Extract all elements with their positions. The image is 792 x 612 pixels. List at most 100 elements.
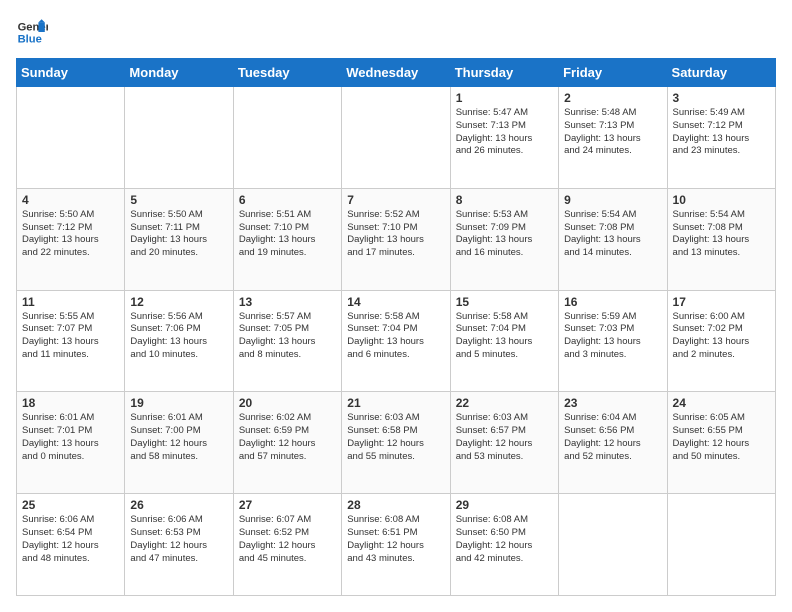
- week-row-1: 1 Sunrise: 5:47 AM Sunset: 7:13 PM Daylig…: [17, 87, 776, 189]
- day-number: 16: [564, 295, 661, 309]
- day-number: 21: [347, 396, 444, 410]
- day-info: Sunrise: 5:51 AM Sunset: 7:10 PM Dayligh…: [239, 209, 336, 260]
- day-info: Sunrise: 6:04 AM Sunset: 6:56 PM Dayligh…: [564, 412, 661, 463]
- calendar-cell: 3 Sunrise: 5:49 AM Sunset: 7:12 PM Daylig…: [667, 87, 775, 189]
- calendar-cell: 16 Sunrise: 5:59 AM Sunset: 7:03 PM Dayli…: [559, 290, 667, 392]
- week-row-2: 4 Sunrise: 5:50 AM Sunset: 7:12 PM Daylig…: [17, 188, 776, 290]
- day-number: 22: [456, 396, 553, 410]
- day-info: Sunrise: 5:50 AM Sunset: 7:12 PM Dayligh…: [22, 209, 119, 260]
- calendar-cell: 27 Sunrise: 6:07 AM Sunset: 6:52 PM Dayli…: [233, 494, 341, 596]
- calendar-table: SundayMondayTuesdayWednesdayThursdayFrid…: [16, 58, 776, 596]
- day-number: 9: [564, 193, 661, 207]
- calendar-cell: 4 Sunrise: 5:50 AM Sunset: 7:12 PM Daylig…: [17, 188, 125, 290]
- calendar-cell: 15 Sunrise: 5:58 AM Sunset: 7:04 PM Dayli…: [450, 290, 558, 392]
- day-number: 23: [564, 396, 661, 410]
- day-number: 20: [239, 396, 336, 410]
- header: General Blue: [16, 16, 776, 48]
- day-info: Sunrise: 5:57 AM Sunset: 7:05 PM Dayligh…: [239, 311, 336, 362]
- calendar-cell: 23 Sunrise: 6:04 AM Sunset: 6:56 PM Dayli…: [559, 392, 667, 494]
- day-info: Sunrise: 6:03 AM Sunset: 6:57 PM Dayligh…: [456, 412, 553, 463]
- day-info: Sunrise: 6:08 AM Sunset: 6:51 PM Dayligh…: [347, 514, 444, 565]
- calendar-cell: 11 Sunrise: 5:55 AM Sunset: 7:07 PM Dayli…: [17, 290, 125, 392]
- day-info: Sunrise: 5:48 AM Sunset: 7:13 PM Dayligh…: [564, 107, 661, 158]
- day-info: Sunrise: 6:01 AM Sunset: 7:01 PM Dayligh…: [22, 412, 119, 463]
- calendar-cell: 6 Sunrise: 5:51 AM Sunset: 7:10 PM Daylig…: [233, 188, 341, 290]
- col-header-wednesday: Wednesday: [342, 59, 450, 87]
- day-number: 11: [22, 295, 119, 309]
- day-info: Sunrise: 5:56 AM Sunset: 7:06 PM Dayligh…: [130, 311, 227, 362]
- calendar-cell: 17 Sunrise: 6:00 AM Sunset: 7:02 PM Dayli…: [667, 290, 775, 392]
- day-number: 8: [456, 193, 553, 207]
- logo: General Blue: [16, 16, 52, 48]
- day-number: 13: [239, 295, 336, 309]
- day-number: 5: [130, 193, 227, 207]
- day-number: 15: [456, 295, 553, 309]
- day-number: 4: [22, 193, 119, 207]
- day-info: Sunrise: 5:49 AM Sunset: 7:12 PM Dayligh…: [673, 107, 770, 158]
- col-header-tuesday: Tuesday: [233, 59, 341, 87]
- day-number: 29: [456, 498, 553, 512]
- calendar-cell: 28 Sunrise: 6:08 AM Sunset: 6:51 PM Dayli…: [342, 494, 450, 596]
- page: General Blue SundayMondayTuesdayWednesda…: [0, 0, 792, 612]
- calendar-cell: [667, 494, 775, 596]
- calendar-cell: 21 Sunrise: 6:03 AM Sunset: 6:58 PM Dayli…: [342, 392, 450, 494]
- day-number: 6: [239, 193, 336, 207]
- day-info: Sunrise: 6:03 AM Sunset: 6:58 PM Dayligh…: [347, 412, 444, 463]
- day-info: Sunrise: 6:05 AM Sunset: 6:55 PM Dayligh…: [673, 412, 770, 463]
- day-number: 28: [347, 498, 444, 512]
- col-header-friday: Friday: [559, 59, 667, 87]
- calendar-cell: 25Sunrise: 6:06 AM Sunset: 6:54 PM Dayli…: [17, 494, 125, 596]
- calendar-cell: 13 Sunrise: 5:57 AM Sunset: 7:05 PM Dayli…: [233, 290, 341, 392]
- week-row-5: 25Sunrise: 6:06 AM Sunset: 6:54 PM Dayli…: [17, 494, 776, 596]
- day-number: 1: [456, 91, 553, 105]
- day-info: Sunrise: 6:07 AM Sunset: 6:52 PM Dayligh…: [239, 514, 336, 565]
- calendar-cell: 18 Sunrise: 6:01 AM Sunset: 7:01 PM Dayli…: [17, 392, 125, 494]
- day-info: Sunrise: 6:00 AM Sunset: 7:02 PM Dayligh…: [673, 311, 770, 362]
- calendar-cell: 26 Sunrise: 6:06 AM Sunset: 6:53 PM Dayli…: [125, 494, 233, 596]
- day-info: Sunrise: 6:02 AM Sunset: 6:59 PM Dayligh…: [239, 412, 336, 463]
- day-info: Sunrise: 5:54 AM Sunset: 7:08 PM Dayligh…: [564, 209, 661, 260]
- day-number: 27: [239, 498, 336, 512]
- col-header-thursday: Thursday: [450, 59, 558, 87]
- day-info: Sunrise: 5:58 AM Sunset: 7:04 PM Dayligh…: [456, 311, 553, 362]
- day-info: Sunrise: 5:52 AM Sunset: 7:10 PM Dayligh…: [347, 209, 444, 260]
- day-number: 12: [130, 295, 227, 309]
- calendar-cell: [342, 87, 450, 189]
- day-number: 7: [347, 193, 444, 207]
- calendar-cell: 9 Sunrise: 5:54 AM Sunset: 7:08 PM Daylig…: [559, 188, 667, 290]
- day-info: Sunrise: 5:47 AM Sunset: 7:13 PM Dayligh…: [456, 107, 553, 158]
- calendar-header-row: SundayMondayTuesdayWednesdayThursdayFrid…: [17, 59, 776, 87]
- day-info: Sunrise: 6:08 AM Sunset: 6:50 PM Dayligh…: [456, 514, 553, 565]
- week-row-4: 18 Sunrise: 6:01 AM Sunset: 7:01 PM Dayli…: [17, 392, 776, 494]
- day-number: 17: [673, 295, 770, 309]
- col-header-monday: Monday: [125, 59, 233, 87]
- day-number: 14: [347, 295, 444, 309]
- day-info: Sunrise: 5:50 AM Sunset: 7:11 PM Dayligh…: [130, 209, 227, 260]
- day-info: Sunrise: 5:55 AM Sunset: 7:07 PM Dayligh…: [22, 311, 119, 362]
- calendar-cell: 7 Sunrise: 5:52 AM Sunset: 7:10 PM Daylig…: [342, 188, 450, 290]
- day-info: Sunrise: 6:01 AM Sunset: 7:00 PM Dayligh…: [130, 412, 227, 463]
- day-info: Sunrise: 5:59 AM Sunset: 7:03 PM Dayligh…: [564, 311, 661, 362]
- calendar-cell: 2Sunrise: 5:48 AM Sunset: 7:13 PM Daylig…: [559, 87, 667, 189]
- calendar-cell: 12 Sunrise: 5:56 AM Sunset: 7:06 PM Dayli…: [125, 290, 233, 392]
- day-number: 10: [673, 193, 770, 207]
- day-info: Sunrise: 6:06 AM Sunset: 6:54 PM Dayligh…: [22, 514, 119, 565]
- day-info: Sunrise: 5:58 AM Sunset: 7:04 PM Dayligh…: [347, 311, 444, 362]
- day-number: 26: [130, 498, 227, 512]
- calendar-cell: 1 Sunrise: 5:47 AM Sunset: 7:13 PM Daylig…: [450, 87, 558, 189]
- week-row-3: 11 Sunrise: 5:55 AM Sunset: 7:07 PM Dayli…: [17, 290, 776, 392]
- day-number: 3: [673, 91, 770, 105]
- calendar-cell: [233, 87, 341, 189]
- calendar-cell: 20 Sunrise: 6:02 AM Sunset: 6:59 PM Dayli…: [233, 392, 341, 494]
- svg-text:Blue: Blue: [18, 33, 42, 45]
- day-info: Sunrise: 5:53 AM Sunset: 7:09 PM Dayligh…: [456, 209, 553, 260]
- calendar-cell: [559, 494, 667, 596]
- calendar-cell: 10Sunrise: 5:54 AM Sunset: 7:08 PM Dayli…: [667, 188, 775, 290]
- calendar-cell: 29 Sunrise: 6:08 AM Sunset: 6:50 PM Dayli…: [450, 494, 558, 596]
- col-header-sunday: Sunday: [17, 59, 125, 87]
- calendar-cell: 14 Sunrise: 5:58 AM Sunset: 7:04 PM Dayli…: [342, 290, 450, 392]
- day-info: Sunrise: 6:06 AM Sunset: 6:53 PM Dayligh…: [130, 514, 227, 565]
- day-number: 18: [22, 396, 119, 410]
- calendar-cell: 8 Sunrise: 5:53 AM Sunset: 7:09 PM Daylig…: [450, 188, 558, 290]
- calendar-cell: 22 Sunrise: 6:03 AM Sunset: 6:57 PM Dayli…: [450, 392, 558, 494]
